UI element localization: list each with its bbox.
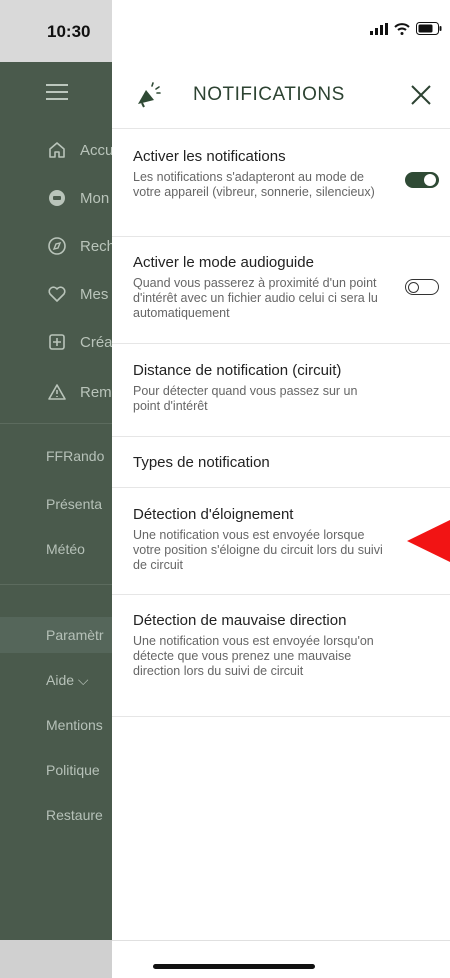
status-bar: 10:30	[0, 0, 112, 62]
side-menu-link-presentation[interactable]: Présenta	[46, 496, 102, 512]
close-button[interactable]	[408, 82, 434, 108]
setting-description: Quand vous passerez à proximité d'un poi…	[133, 276, 378, 320]
panel-header: NOTIFICATIONS	[112, 62, 450, 128]
profile-icon	[46, 187, 68, 209]
side-menu-item-report[interactable]: Rem	[46, 381, 112, 403]
megaphone-icon	[134, 80, 164, 115]
bottom-separator	[112, 940, 450, 941]
separator	[112, 128, 450, 129]
hamburger-menu-icon[interactable]	[46, 84, 68, 102]
setting-detection-eloignement[interactable]: Détection d'éloignement Une notification…	[133, 506, 433, 573]
side-menu-item-create[interactable]: Créa	[46, 331, 113, 353]
side-menu-link-mentions[interactable]: Mentions	[46, 717, 103, 733]
panel-title: NOTIFICATIONS	[193, 84, 345, 105]
separator	[112, 716, 450, 717]
side-menu-item-label: Accu	[80, 141, 114, 159]
warning-icon	[46, 381, 68, 403]
setting-title: Activer les notifications	[133, 148, 286, 165]
compass-icon	[46, 235, 68, 257]
setting-detection-mauvaise-direction[interactable]: Détection de mauvaise direction Une noti…	[133, 612, 433, 679]
separator	[112, 594, 450, 595]
home-indicator[interactable]	[153, 964, 315, 969]
side-menu-link-politique[interactable]: Politique	[46, 762, 100, 778]
separator	[112, 436, 450, 437]
side-menu-divider	[0, 423, 112, 424]
red-arrow-icon	[407, 520, 450, 562]
side-menu-link-ffrando[interactable]: FFRando	[46, 448, 104, 464]
side-menu-item-label: Mon	[80, 189, 110, 207]
side-menu-item-label: Rem	[80, 383, 112, 401]
close-icon	[411, 85, 431, 105]
side-menu-link-aide[interactable]: Aide ⌵	[46, 672, 89, 689]
side-menu-link-restaure[interactable]: Restaure	[46, 807, 103, 823]
side-menu-item-label: Créa	[80, 333, 113, 351]
notifications-panel: NOTIFICATIONS Activer les notifications …	[112, 0, 450, 978]
signal-icon	[370, 22, 388, 40]
setting-title: Activer le mode audioguide	[133, 254, 314, 271]
setting-title: Types de notification	[133, 454, 270, 471]
setting-title: Distance de notification (circuit)	[133, 362, 342, 379]
audioguide-toggle[interactable]	[405, 279, 439, 295]
setting-description: Les notifications s'adapteront au mode d…	[133, 170, 375, 199]
separator	[112, 343, 450, 344]
status-icons	[370, 22, 442, 40]
separator	[112, 487, 450, 488]
setting-distance-notification[interactable]: Distance de notification (circuit) Pour …	[133, 362, 433, 414]
side-menu-link-meteo[interactable]: Météo	[46, 541, 85, 557]
side-menu-link-parametres[interactable]: Paramètr	[46, 627, 104, 643]
setting-activer-notifications[interactable]: Activer les notifications Les notificati…	[133, 148, 433, 200]
battery-icon	[416, 22, 442, 40]
home-icon	[46, 139, 68, 161]
side-menu-item-favorites[interactable]: Mes	[46, 283, 108, 305]
side-menu-item-search[interactable]: Rech	[46, 235, 115, 257]
setting-mode-audioguide[interactable]: Activer le mode audioguide Quand vous pa…	[133, 254, 433, 321]
setting-types-notification[interactable]: Types de notification	[133, 454, 433, 471]
heart-icon	[46, 283, 68, 305]
setting-title: Détection de mauvaise direction	[133, 612, 347, 629]
setting-description: Une notification vous est envoyée lorsqu…	[133, 634, 374, 678]
setting-description: Une notification vous est envoyée lorsqu…	[133, 528, 383, 572]
bottom-bar-background	[0, 940, 112, 978]
side-menu-divider	[0, 584, 112, 585]
notifications-toggle[interactable]	[405, 172, 439, 188]
setting-title: Détection d'éloignement	[133, 506, 294, 523]
side-menu-item-label: Rech	[80, 237, 116, 255]
plus-square-icon	[46, 331, 68, 353]
separator	[112, 236, 450, 237]
side-menu-item-profile[interactable]: Mon	[46, 187, 109, 209]
setting-description: Pour détecter quand vous passez sur un p…	[133, 384, 358, 413]
wifi-icon	[394, 22, 410, 40]
chevron-down-icon: ⌵	[77, 672, 89, 688]
side-menu-item-label: Mes	[80, 285, 109, 303]
status-time: 10:30	[47, 22, 91, 41]
side-menu-item-home[interactable]: Accu	[46, 139, 113, 161]
